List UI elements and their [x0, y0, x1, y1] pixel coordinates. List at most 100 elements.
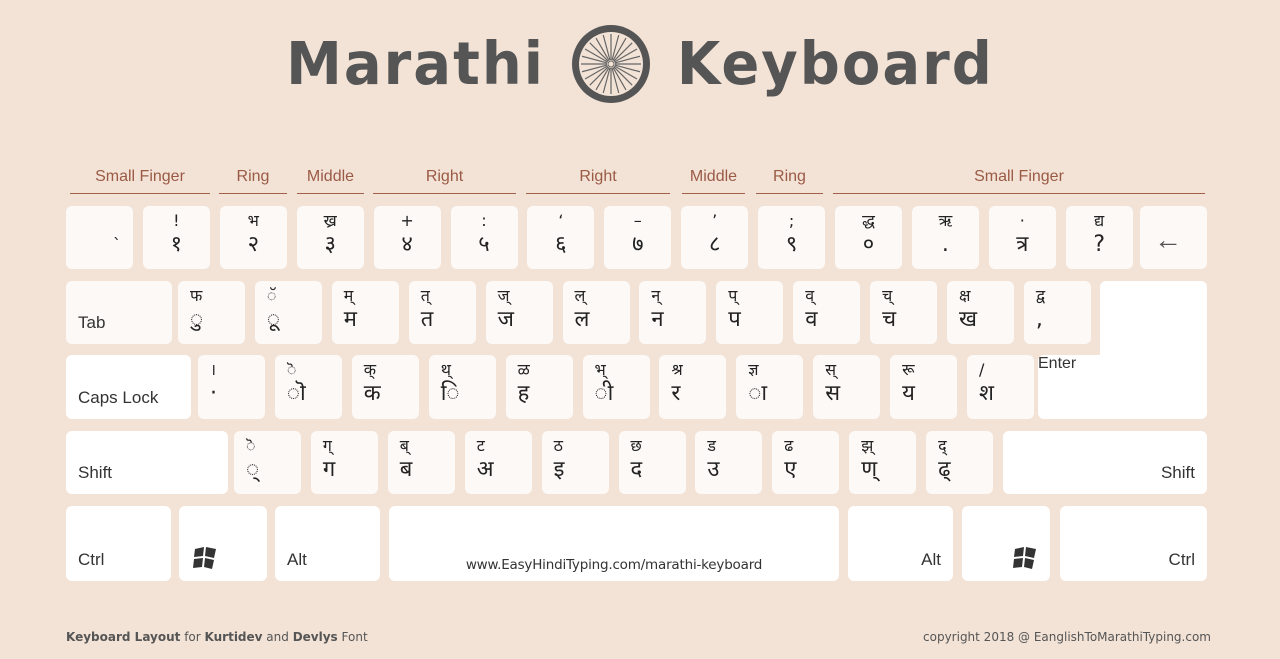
shift-char: ब्: [399, 436, 409, 455]
shift-left-key[interactable]: Shift: [66, 431, 228, 494]
char-key[interactable]: ॆॊ: [274, 355, 342, 419]
shift-char: /: [979, 360, 985, 379]
base-char: ?: [1093, 232, 1106, 257]
char-key[interactable]: द्व,: [1023, 281, 1091, 344]
char-key[interactable]: टअ: [464, 431, 532, 494]
char-key[interactable]: ग् ग: [310, 431, 378, 494]
char-key[interactable]: न् न: [639, 281, 707, 344]
base-char: ख: [959, 307, 977, 332]
char-key[interactable]: द्य?: [1065, 206, 1133, 269]
base-char: प: [728, 307, 741, 332]
shift-char: ग्: [322, 436, 332, 455]
base-char: ०: [862, 232, 875, 257]
char-key[interactable]: भ२: [219, 206, 287, 269]
char-key[interactable]: छद: [618, 431, 686, 494]
char-key[interactable]: फु: [178, 281, 245, 344]
base-char: ु: [190, 307, 204, 332]
char-key[interactable]: प् प: [716, 281, 784, 344]
win-right-key[interactable]: [962, 506, 1050, 581]
shift-char: –: [633, 211, 642, 230]
char-key[interactable]: `: [66, 206, 133, 269]
base-char: ा: [748, 381, 768, 406]
char-key[interactable]: · त्र: [988, 206, 1056, 269]
alt-left-key[interactable]: Alt: [275, 506, 380, 581]
char-key[interactable]: ! १: [142, 206, 210, 269]
base-char: व: [805, 307, 818, 332]
char-key[interactable]: । ·: [198, 355, 265, 419]
enter-key[interactable]: Enter: [1038, 355, 1207, 419]
caps-lock-key[interactable]: Caps Lock: [66, 355, 191, 419]
base-char: `: [113, 235, 121, 254]
shift-char: क्ष: [959, 286, 971, 305]
char-key[interactable]: थ्ि: [428, 355, 496, 419]
enter-key-top[interactable]: [1100, 281, 1207, 361]
win-left-key[interactable]: [179, 506, 267, 581]
char-key[interactable]: झ् ण्: [849, 431, 917, 494]
char-key[interactable]: रू य: [890, 355, 958, 419]
char-key[interactable]: त् त: [408, 281, 476, 344]
char-key[interactable]: क्ष ख: [947, 281, 1014, 344]
char-key[interactable]: ॅू: [254, 281, 322, 344]
char-key[interactable]: ब् ब: [387, 431, 455, 494]
char-key[interactable]: म् म: [331, 281, 399, 344]
char-key[interactable]: श्र र: [659, 355, 727, 419]
backspace-arrow-icon: ←: [1154, 224, 1182, 255]
shift-char: रू: [902, 360, 915, 379]
base-char: त: [420, 307, 434, 332]
ctrl-right-key[interactable]: Ctrl: [1060, 506, 1207, 581]
char-key[interactable]: –७: [604, 206, 672, 269]
char-key[interactable]: +४: [373, 206, 441, 269]
footer-bold-kurtidev: Kurtidev: [204, 630, 263, 644]
char-key[interactable]: डउ: [695, 431, 763, 494]
char-key[interactable]: द्ध ०: [835, 206, 902, 269]
char-key[interactable]: द् ढ्: [926, 431, 994, 494]
char-key[interactable]: च् च: [870, 281, 938, 344]
title-keyboard: Keyboard: [676, 29, 994, 99]
base-char: च: [882, 307, 897, 332]
char-key[interactable]: क् क: [351, 355, 419, 419]
shift-char: व्: [805, 286, 815, 305]
shift-char: न्: [651, 286, 661, 305]
char-key[interactable]: ज्ञा: [736, 355, 804, 419]
space-key[interactable]: www.EasyHindiTyping.com/marathi-keyboard: [389, 506, 839, 581]
shift-char: च्: [882, 286, 893, 305]
finger-label-index-left: Right: [373, 166, 516, 194]
char-key[interactable]: ‘६: [527, 206, 595, 269]
char-key[interactable]: ’ ८: [681, 206, 749, 269]
finger-label-ring-right: Ring: [756, 166, 823, 194]
base-char: य: [902, 381, 915, 406]
char-key[interactable]: / श: [967, 355, 1034, 419]
shift-right-key[interactable]: Shift: [1003, 431, 1207, 494]
footer-bold-layout: Keyboard Layout: [66, 630, 181, 644]
shift-char: द्व: [1035, 286, 1046, 305]
char-key[interactable]: ढए: [772, 431, 840, 494]
base-char: ब: [399, 457, 413, 482]
char-key[interactable]: स् स: [813, 355, 881, 419]
char-key[interactable]: ठइ: [541, 431, 609, 494]
char-key[interactable]: ; ९: [758, 206, 826, 269]
shift-char: ॆ: [286, 360, 297, 379]
tab-key[interactable]: Tab: [66, 281, 172, 344]
alt-right-label: Alt: [921, 550, 941, 569]
shift-char: ;: [788, 211, 795, 230]
char-key[interactable]: ख्र ३: [296, 206, 364, 269]
shift-char: ॆ: [246, 436, 256, 455]
char-key[interactable]: भ्ी: [582, 355, 650, 419]
char-key[interactable]: ज् ज: [485, 281, 553, 344]
base-char: ७: [632, 232, 644, 257]
base-char: ू: [266, 307, 280, 332]
base-char: त्र: [1016, 232, 1029, 257]
char-key[interactable]: ळह: [505, 355, 573, 419]
windows-logo-icon: [193, 547, 216, 569]
char-key[interactable]: व् व: [793, 281, 861, 344]
base-char: स: [825, 381, 841, 406]
char-key[interactable]: :५: [450, 206, 518, 269]
ctrl-left-key[interactable]: Ctrl: [66, 506, 171, 581]
char-key[interactable]: ऋ.: [911, 206, 979, 269]
char-key[interactable]: ल् ल: [562, 281, 630, 344]
base-char: ३: [324, 232, 336, 257]
backspace-key[interactable]: ←: [1140, 206, 1207, 269]
alt-right-key[interactable]: Alt: [848, 506, 953, 581]
char-key[interactable]: ॆ्: [234, 431, 301, 494]
shift-char: ॅ: [266, 286, 277, 305]
